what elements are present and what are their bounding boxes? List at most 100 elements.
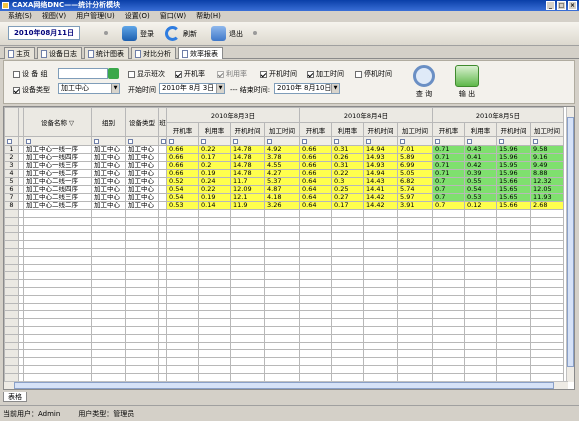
filter-cell[interactable] (530, 136, 564, 146)
filter-icon[interactable] (94, 138, 99, 144)
table-row[interactable]: 6 加工中心二线四序 加工中心 加工中心 0.54 0.22 12.09 4.87 0.64 0.… (4, 185, 564, 194)
close-button[interactable]: × (568, 1, 577, 10)
filter-icon[interactable] (400, 138, 405, 144)
filter-cell[interactable] (363, 136, 398, 146)
login-button[interactable]: 登录 (122, 25, 154, 42)
search-icon[interactable] (108, 68, 119, 79)
filter-cell[interactable] (397, 136, 433, 146)
header-sub-metric[interactable]: 开机时间 (496, 122, 531, 137)
query-button[interactable]: 查 询 (407, 64, 441, 102)
tab-device-log[interactable]: 设备日志 (37, 47, 82, 59)
filter-cell[interactable] (230, 136, 265, 146)
filter-icon[interactable] (366, 138, 371, 144)
export-button[interactable]: 输 出 (450, 64, 484, 102)
minimize-button[interactable]: _ (546, 1, 555, 10)
filter-cell[interactable] (331, 136, 364, 146)
bottom-tab-table[interactable]: 表格 (3, 392, 27, 402)
filter-icon[interactable] (467, 138, 472, 144)
utilization-checkbox[interactable] (217, 70, 224, 78)
header-device-name[interactable]: 设备名称 ▽ (23, 107, 92, 137)
uptime-rate-checkbox[interactable] (175, 70, 182, 78)
header-truncated[interactable]: 班 (158, 107, 167, 137)
menu-help[interactable]: 帮助(H) (191, 11, 226, 22)
filter-cell[interactable] (166, 136, 199, 146)
filter-icon[interactable] (533, 138, 538, 144)
filter-cell[interactable] (432, 136, 465, 146)
downtime-checkbox[interactable] (355, 70, 362, 78)
tab-home[interactable]: 主页 (4, 47, 35, 59)
header-sub-metric[interactable]: 开机率 (432, 122, 465, 137)
scroll-thumb[interactable] (567, 117, 574, 367)
filter-icon[interactable] (302, 138, 307, 144)
filter-icon[interactable] (233, 138, 238, 144)
filter-icon[interactable] (267, 138, 272, 144)
table-row[interactable]: 3 加工中心一线三序 加工中心 加工中心 0.66 0.2 14.78 4.55 0.66 0.3… (4, 161, 564, 170)
horizontal-scrollbar[interactable] (4, 381, 568, 389)
device-group-checkbox[interactable] (13, 70, 20, 78)
processing-time-checkbox[interactable] (307, 70, 314, 78)
menu-view[interactable]: 视图(V) (37, 11, 71, 22)
empty-cell (4, 349, 19, 359)
filter-icon[interactable] (201, 138, 206, 144)
filter-cell[interactable] (23, 136, 92, 146)
filter-icon[interactable] (161, 138, 166, 144)
tab-statistics-chart[interactable]: 统计图表 (84, 47, 129, 59)
filter-row-icon[interactable] (4, 136, 19, 146)
header-device-type[interactable]: 设备类型 (125, 107, 159, 137)
maximize-button[interactable]: □ (557, 1, 566, 10)
header-sub-metric[interactable]: 利用率 (464, 122, 497, 137)
tab-efficiency-report[interactable]: 效率报表 (178, 47, 223, 59)
tab-comparison[interactable]: 对比分析 (131, 47, 176, 59)
header-sub-metric[interactable]: 开机时间 (363, 122, 398, 137)
empty-cell (91, 372, 126, 382)
header-sub-metric[interactable]: 加工时间 (264, 122, 300, 137)
menu-window[interactable]: 窗口(W) (155, 11, 191, 22)
filter-cell[interactable] (464, 136, 497, 146)
filter-cell[interactable] (91, 136, 126, 146)
table-row[interactable]: 5 加工中心二线一序 加工中心 加工中心 0.52 0.24 11.7 5.37 0.64 0.3… (4, 177, 564, 186)
start-date-picker[interactable]: 2010年 8月 3日 ▼ (159, 83, 225, 94)
table-row[interactable]: 4 加工中心一线二序 加工中心 加工中心 0.66 0.19 14.78 4.27 0.66 0.… (4, 169, 564, 178)
empty-cell (464, 240, 497, 249)
table-row[interactable]: 2 加工中心一线四序 加工中心 加工中心 0.66 0.17 14.78 3.78 0.66 0.… (4, 153, 564, 162)
header-sub-metric[interactable]: 开机率 (166, 122, 199, 137)
scroll-thumb[interactable] (14, 382, 554, 389)
filter-icon[interactable] (169, 138, 174, 144)
filter-icon[interactable] (7, 138, 12, 144)
device-type-checkbox[interactable] (13, 86, 20, 94)
filter-icon[interactable] (435, 138, 440, 144)
cell-metric-value: 0.64 (299, 185, 332, 194)
filter-icon[interactable] (128, 138, 133, 144)
header-sub-metric[interactable]: 利用率 (198, 122, 231, 137)
filter-icon[interactable] (499, 138, 504, 144)
show-shift-checkbox[interactable] (128, 70, 135, 78)
filter-cell[interactable] (158, 136, 167, 146)
filter-cell[interactable] (299, 136, 332, 146)
menu-settings[interactable]: 设置(O) (120, 11, 155, 22)
filter-cell[interactable] (125, 136, 159, 146)
header-sub-metric[interactable]: 开机时间 (230, 122, 265, 137)
end-date-picker[interactable]: 2010年 8月10日 ▼ (274, 83, 340, 94)
table-row[interactable]: 8 加工中心二线二序 加工中心 加工中心 0.53 0.14 11.9 3.26 0.64 0.1… (4, 201, 564, 210)
device-type-value: 加工中心 (61, 84, 89, 92)
exit-button[interactable]: 退出 (211, 25, 243, 42)
device-type-select[interactable]: 加工中心 ▼ (58, 83, 120, 94)
device-group-input[interactable] (58, 68, 108, 79)
filter-cell[interactable] (496, 136, 531, 146)
menu-system[interactable]: 系统(S) (3, 11, 37, 22)
header-group[interactable]: 组别 (91, 107, 126, 137)
header-sub-metric[interactable]: 开机率 (299, 122, 332, 137)
table-row[interactable]: 1 加工中心一线一序 加工中心 加工中心 0.66 0.22 14.78 4.92 0.66 0.… (4, 145, 564, 154)
header-sub-metric[interactable]: 利用率 (331, 122, 364, 137)
power-on-time-checkbox[interactable] (260, 70, 267, 78)
header-sub-metric[interactable]: 加工时间 (397, 122, 433, 137)
filter-icon[interactable] (26, 138, 31, 144)
refresh-button[interactable]: 刷新 (165, 25, 197, 42)
table-row[interactable]: 7 加工中心二线三序 加工中心 加工中心 0.54 0.19 12.1 4.18 0.64 0.2… (4, 193, 564, 202)
filter-cell[interactable] (264, 136, 300, 146)
filter-icon[interactable] (334, 138, 339, 144)
filter-cell[interactable] (198, 136, 231, 146)
vertical-scrollbar[interactable] (566, 107, 574, 382)
menu-user-management[interactable]: 用户管理(U) (71, 11, 120, 22)
header-sub-metric[interactable]: 加工时间 (530, 122, 564, 137)
